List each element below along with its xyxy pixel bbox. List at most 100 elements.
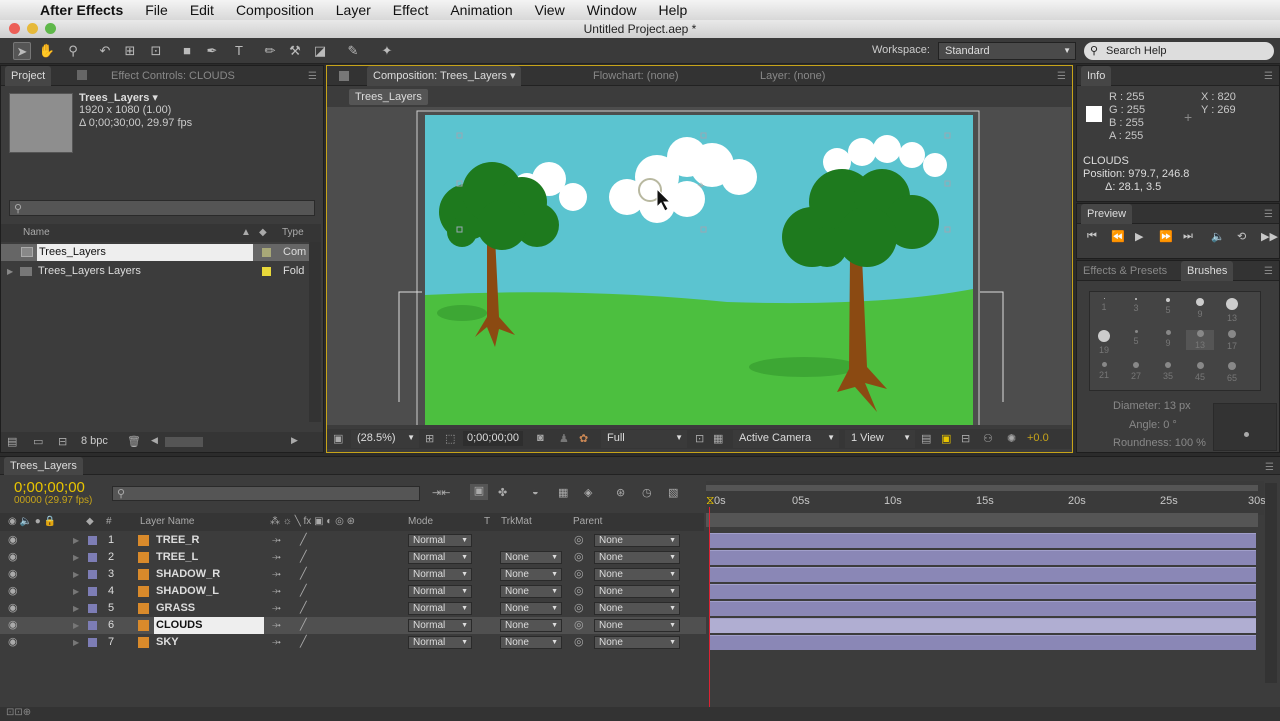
blend-mode-dropdown[interactable]: Normal ▼ xyxy=(408,534,472,547)
tab-brushes[interactable]: Brushes xyxy=(1181,261,1234,281)
label-color-swatch[interactable] xyxy=(88,621,97,630)
brush-tip[interactable]: 19 xyxy=(1090,330,1118,355)
camera-view-dropdown[interactable]: Active Camera ▼ xyxy=(733,430,839,448)
menu-edit[interactable]: Edit xyxy=(190,2,214,18)
layer-duration-bar[interactable] xyxy=(710,533,1256,548)
workspace-dropdown[interactable]: Standard ▼ xyxy=(938,42,1076,60)
col-trkmat[interactable]: TrkMat xyxy=(501,513,532,531)
diameter-label[interactable]: Diameter: 13 px xyxy=(1113,400,1191,412)
transparency-grid-icon[interactable]: ▦ xyxy=(713,432,723,445)
pick-whip-icon[interactable]: ◎ xyxy=(574,617,584,634)
parent-dropdown[interactable]: None ▼ xyxy=(594,551,680,564)
visibility-eye-icon[interactable]: ◉ xyxy=(8,634,18,651)
col-type[interactable]: Type xyxy=(282,224,304,242)
brush-tip[interactable]: 9 xyxy=(1154,330,1182,348)
menu-layer[interactable]: Layer xyxy=(336,2,371,18)
angle-label[interactable]: Angle: 0 ° xyxy=(1129,419,1177,431)
blend-mode-dropdown[interactable]: Normal ▼ xyxy=(408,568,472,581)
scroll-left-icon[interactable]: ◀ xyxy=(151,435,158,446)
tab-info[interactable]: Info xyxy=(1081,66,1112,86)
visibility-eye-icon[interactable]: ◉ xyxy=(8,532,18,549)
layer-duration-bar[interactable] xyxy=(710,601,1256,616)
blend-mode-dropdown[interactable]: Normal ▼ xyxy=(408,619,472,632)
quality-switch-icon[interactable]: ╱ xyxy=(300,532,307,549)
timeline-scrollbar[interactable] xyxy=(1265,483,1277,683)
type-tool-icon[interactable]: T xyxy=(230,42,248,60)
brush-tip[interactable]: 45 xyxy=(1186,362,1214,382)
selection-tool-icon[interactable]: ➤ xyxy=(13,42,31,60)
layer-row[interactable]: ◉ ▶ 7 SKY ⤞ ╱ Normal ▼ None ▼ ◎ None ▼ xyxy=(0,634,706,651)
track-matte-dropdown[interactable]: None ▼ xyxy=(500,551,562,564)
live-update-icon[interactable]: ▣ xyxy=(470,484,488,500)
label-color-swatch[interactable] xyxy=(88,604,97,613)
layer-row[interactable]: ◉ ▶ 6 CLOUDS ⤞ ╱ Normal ▼ None ▼ ◎ None ▼ xyxy=(0,617,706,634)
brush-tip[interactable]: 13 xyxy=(1218,298,1246,323)
col-name[interactable]: Name xyxy=(23,224,50,242)
roto-brush-tool-icon[interactable]: ✎ xyxy=(344,42,362,60)
tab-composition[interactable]: Composition: Trees_Layers ▾ xyxy=(367,66,522,86)
frame-blending-icon[interactable]: ▦ xyxy=(558,486,568,499)
shy-switch-icon[interactable]: ⤞ xyxy=(272,583,281,600)
visibility-eye-icon[interactable]: ◉ xyxy=(8,566,18,583)
layer-row[interactable]: ◉ ▶ 1 TREE_R ⤞ ╱ Normal ▼ ◎ None ▼ xyxy=(0,532,706,549)
timeline-search-input[interactable]: ⚲ xyxy=(112,486,420,501)
region-of-interest-icon[interactable]: ⊡ xyxy=(695,432,704,445)
pick-whip-icon[interactable]: ◎ xyxy=(574,600,584,617)
ram-preview-icon[interactable]: ▶▶ xyxy=(1261,230,1278,243)
tab-effects-presets[interactable]: Effects & Presets xyxy=(1077,261,1173,281)
flowchart-icon[interactable]: ⚇ xyxy=(983,432,993,445)
layer-name[interactable]: GRASS xyxy=(154,600,264,617)
brush-tip[interactable]: 9 xyxy=(1186,298,1214,319)
show-snapshot-icon[interactable]: ♟ xyxy=(559,432,569,445)
parent-dropdown[interactable]: None ▼ xyxy=(594,568,680,581)
panel-menu-icon[interactable]: ☰ xyxy=(1264,266,1273,277)
track-matte-dropdown[interactable]: None ▼ xyxy=(500,619,562,632)
comp-name[interactable]: Trees_Layers ▾ xyxy=(79,91,158,104)
layer-name[interactable]: SKY xyxy=(154,634,264,651)
pixel-aspect-icon[interactable]: ▤ xyxy=(921,432,931,445)
layer-row[interactable]: ◉ ▶ 4 SHADOW_L ⤞ ╱ Normal ▼ None ▼ ◎ None ▼ xyxy=(0,583,706,600)
hand-tool-icon[interactable]: ✋ xyxy=(38,42,56,60)
quality-switch-icon[interactable]: ╱ xyxy=(300,583,307,600)
puppet-tool-icon[interactable]: ✦ xyxy=(378,42,396,60)
label-color-swatch[interactable] xyxy=(88,638,97,647)
layer-name[interactable]: SHADOW_L xyxy=(154,583,264,600)
disclosure-triangle-icon[interactable]: ▶ xyxy=(73,583,79,600)
layer-duration-bar[interactable] xyxy=(710,550,1256,565)
menu-file[interactable]: File xyxy=(145,2,168,18)
label-color-swatch[interactable] xyxy=(262,267,271,276)
fast-previews-icon[interactable]: ▣ xyxy=(941,432,951,445)
zoom-tool-icon[interactable]: ⚲ xyxy=(64,42,82,60)
brush-tip[interactable]: 5 xyxy=(1154,298,1182,315)
track-matte-dropdown[interactable]: None ▼ xyxy=(500,585,562,598)
tab-layer[interactable]: Layer: (none) xyxy=(754,66,831,86)
label-color-swatch[interactable] xyxy=(88,570,97,579)
comp-canvas[interactable]: ⌖ xyxy=(327,107,1071,425)
disclosure-triangle-icon[interactable]: ▶ xyxy=(73,634,79,651)
time-ruler[interactable]: 0s 05s 10s 15s 20s 25s 30s ⧖ xyxy=(706,481,1266,515)
visibility-eye-icon[interactable]: ◉ xyxy=(8,617,18,634)
quality-switch-icon[interactable]: ╱ xyxy=(300,566,307,583)
quality-switch-icon[interactable]: ╱ xyxy=(300,600,307,617)
layer-name[interactable]: TREE_L xyxy=(154,549,264,566)
current-time-indicator-display[interactable]: 0;00;00;00 xyxy=(14,479,85,496)
col-parent[interactable]: Parent xyxy=(573,513,602,531)
pick-whip-icon[interactable]: ◎ xyxy=(574,532,584,549)
mask-visibility-icon[interactable]: ⬚ xyxy=(445,432,455,445)
comp-breadcrumb[interactable]: Trees_Layers xyxy=(349,89,428,105)
project-search-input[interactable]: ⚲ xyxy=(9,200,315,216)
magnification-dropdown[interactable]: (28.5%) ▼ xyxy=(351,430,419,448)
panel-menu-icon[interactable]: ☰ xyxy=(1264,71,1273,82)
pick-whip-icon[interactable]: ◎ xyxy=(574,634,584,651)
blend-mode-dropdown[interactable]: Normal ▼ xyxy=(408,585,472,598)
camera-tool-icon[interactable]: ⊞ xyxy=(121,42,139,60)
layer-row[interactable]: ◉ ▶ 3 SHADOW_R ⤞ ╱ Normal ▼ None ▼ ◎ None ▼ xyxy=(0,566,706,583)
panel-menu-icon[interactable]: ☰ xyxy=(308,71,317,82)
new-comp-icon[interactable]: ⊟ xyxy=(58,435,67,448)
bit-depth-button[interactable]: 8 bpc xyxy=(81,435,108,447)
layer-row[interactable]: ◉ ▶ 5 GRASS ⤞ ╱ Normal ▼ None ▼ ◎ None ▼ xyxy=(0,600,706,617)
timeline-icon[interactable]: ⊟ xyxy=(961,432,970,445)
brush-tip[interactable]: 1 xyxy=(1090,298,1118,312)
brush-shape-preview[interactable] xyxy=(1213,403,1277,451)
stopwatch-icon[interactable]: ◷ xyxy=(642,486,652,499)
